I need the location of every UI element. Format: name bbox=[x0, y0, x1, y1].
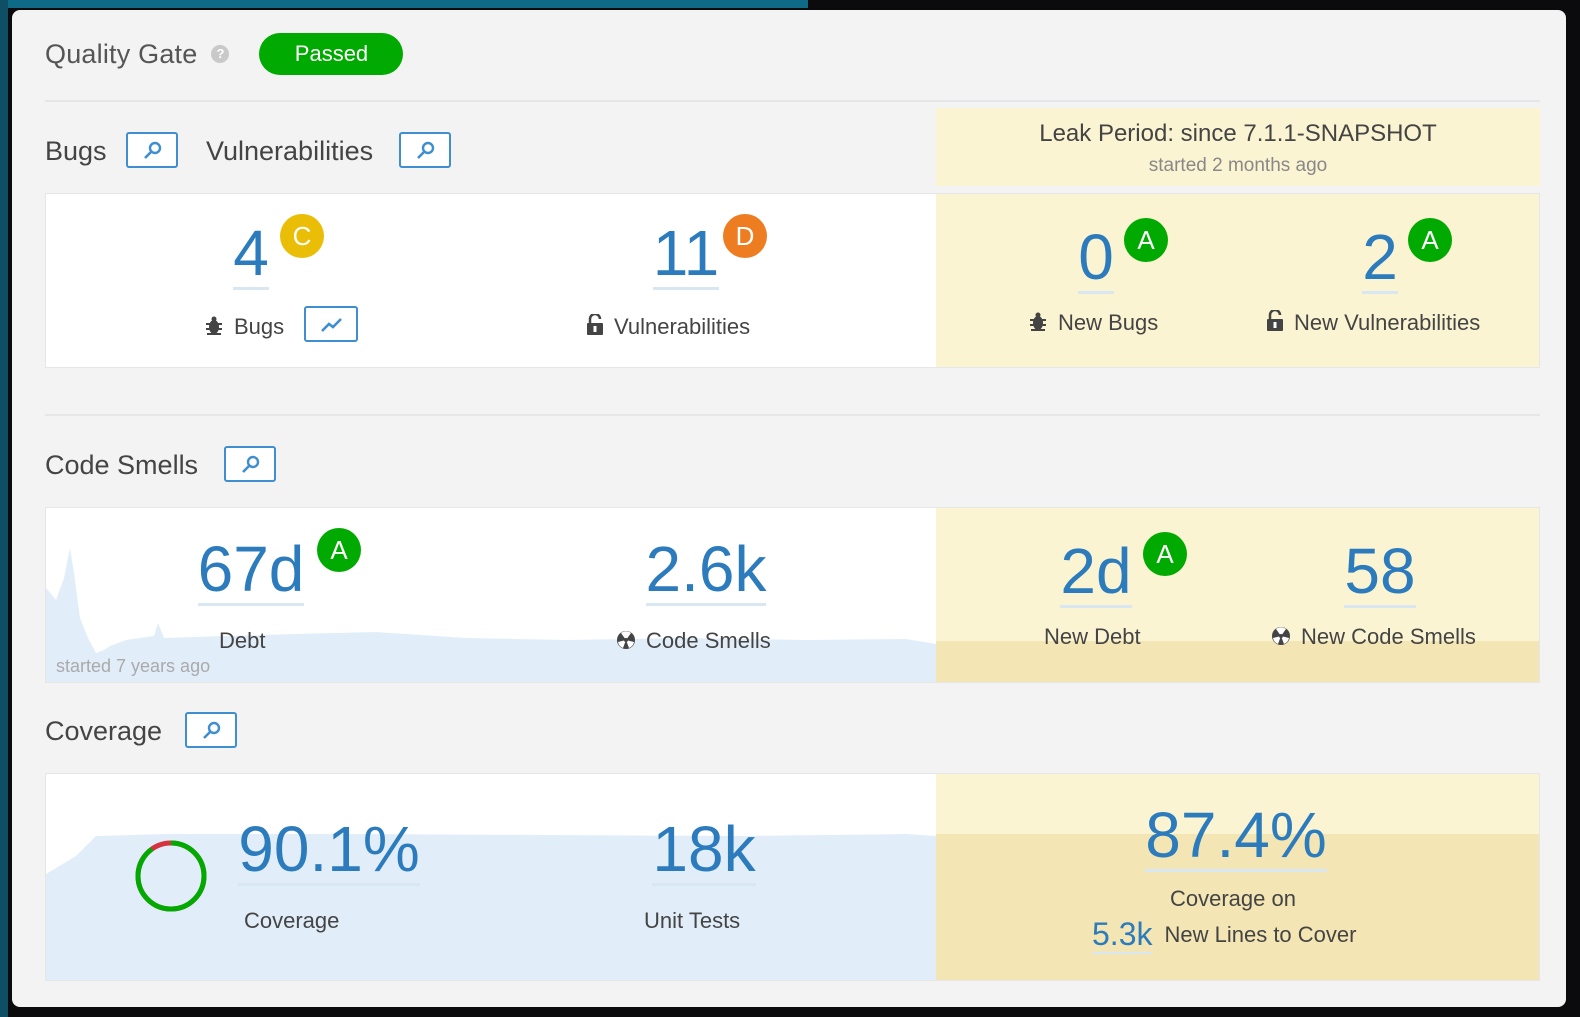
lock-icon bbox=[587, 314, 603, 335]
new-coverage-label: Coverage on bbox=[1170, 886, 1296, 911]
link-icon bbox=[203, 721, 221, 739]
bug-icon bbox=[1030, 312, 1046, 331]
code-smells-measure: 2.6k bbox=[636, 535, 776, 607]
quality-gate-status-badge: Passed bbox=[259, 33, 404, 75]
new-debt-label: New Debt bbox=[1044, 624, 1141, 649]
new-bugs-measure: 0 bbox=[1066, 223, 1126, 295]
new-vulnerabilities-label-text: New Vulnerabilities bbox=[1294, 310, 1481, 335]
new-debt-measure: 2d bbox=[1056, 537, 1136, 609]
bugs-label-text: Bugs bbox=[234, 314, 285, 339]
debt-measure: 67d bbox=[186, 535, 316, 607]
divider bbox=[45, 414, 1540, 416]
chart-icon bbox=[321, 318, 342, 332]
debt-rating-badge: A bbox=[317, 528, 361, 572]
project-overview-panel: Quality Gate ? Passed Bugs Vulnerabiliti… bbox=[12, 10, 1566, 1007]
code-smells-label-text: Code Smells bbox=[646, 628, 771, 653]
bugs-section-title[interactable]: Bugs bbox=[45, 136, 107, 167]
quality-gate-title: Quality Gate bbox=[45, 38, 198, 69]
bugs-link-button[interactable] bbox=[126, 132, 178, 168]
new-code-smells-label-text: New Code Smells bbox=[1301, 624, 1476, 649]
vulnerabilities-link-button[interactable] bbox=[399, 132, 451, 168]
vulnerabilities-label: Vulnerabilities bbox=[586, 314, 750, 340]
bugs-rating-badge: C bbox=[280, 214, 324, 258]
coverage-measure: 90.1% bbox=[234, 815, 424, 887]
window-top-strip bbox=[0, 0, 808, 8]
leak-period-title: Leak Period: since 7.1.1-SNAPSHOT bbox=[1039, 120, 1437, 147]
leak-period-header: Leak Period: since 7.1.1-SNAPSHOT starte… bbox=[936, 108, 1540, 186]
debt-history-started: started 7 years ago bbox=[56, 656, 211, 676]
new-lines-value[interactable]: 5.3k bbox=[1092, 916, 1153, 954]
code-smells-label: Code Smells bbox=[616, 628, 771, 654]
bugs-vulnerabilities-card: 4 C Bugs 11 D Vulnerabilities 0 A New Bu… bbox=[45, 193, 1540, 368]
new-bugs-rating-badge: A bbox=[1124, 218, 1168, 262]
vulnerabilities-rating-badge: D bbox=[723, 214, 767, 258]
vulnerabilities-section-title[interactable]: Vulnerabilities bbox=[206, 136, 373, 167]
code-smell-icon bbox=[1272, 627, 1290, 645]
bugs-history-button[interactable] bbox=[304, 306, 358, 342]
vulnerabilities-value[interactable]: 11 bbox=[652, 219, 720, 291]
coverage-donut-chart bbox=[135, 840, 207, 912]
coverage-label: Coverage bbox=[244, 908, 340, 933]
coverage-link-button[interactable] bbox=[185, 712, 237, 748]
new-bugs-label: New Bugs bbox=[1028, 310, 1158, 336]
new-code-smells-value[interactable]: 58 bbox=[1344, 537, 1416, 609]
new-code-smells-measure: 58 bbox=[1340, 537, 1420, 609]
code-smells-section-title[interactable]: Code Smells bbox=[45, 450, 198, 481]
divider bbox=[45, 100, 1540, 102]
unit-tests-label: Unit Tests bbox=[644, 908, 741, 933]
leak-period-started: started 2 months ago bbox=[1148, 155, 1328, 176]
new-vulnerabilities-value[interactable]: 2 bbox=[1362, 223, 1398, 295]
new-debt-value[interactable]: 2d bbox=[1060, 537, 1132, 609]
bugs-label: Bugs bbox=[204, 314, 284, 340]
new-coverage-measure: 87.4% bbox=[1126, 801, 1346, 873]
coverage-card: 90.1% Coverage 18k Unit Tests 87.4% Cove… bbox=[45, 773, 1540, 981]
leak-period-area bbox=[936, 194, 1539, 367]
window-left-strip bbox=[0, 0, 8, 1017]
new-debt-rating-badge: A bbox=[1143, 532, 1187, 576]
code-smells-link-button[interactable] bbox=[224, 446, 276, 482]
coverage-section-title[interactable]: Coverage bbox=[45, 716, 162, 747]
link-icon bbox=[242, 455, 260, 473]
bugs-value[interactable]: 4 bbox=[233, 219, 269, 291]
debt-value[interactable]: 67d bbox=[197, 535, 305, 607]
new-vulnerabilities-rating-badge: A bbox=[1408, 218, 1452, 262]
coverage-value[interactable]: 90.1% bbox=[238, 815, 420, 887]
new-lines-to-cover: 5.3k New Lines to Cover bbox=[1092, 916, 1357, 954]
new-bugs-value[interactable]: 0 bbox=[1078, 223, 1114, 295]
code-smell-icon bbox=[617, 631, 635, 649]
unit-tests-measure: 18k bbox=[644, 815, 764, 887]
bug-icon bbox=[206, 316, 222, 335]
link-icon bbox=[144, 141, 162, 159]
lock-icon bbox=[1267, 310, 1283, 331]
new-coverage-value[interactable]: 87.4% bbox=[1145, 801, 1327, 873]
new-vulnerabilities-measure: 2 bbox=[1350, 223, 1410, 295]
quality-gate-row: Quality Gate ? Passed bbox=[45, 32, 404, 76]
code-smells-card: 67d A Debt started 7 years ago 2.6k Code… bbox=[45, 507, 1540, 683]
code-smells-value[interactable]: 2.6k bbox=[645, 535, 767, 607]
new-vulnerabilities-label: New Vulnerabilities bbox=[1266, 310, 1480, 336]
new-bugs-label-text: New Bugs bbox=[1058, 310, 1159, 335]
new-lines-label: New Lines to Cover bbox=[1164, 922, 1357, 947]
link-icon bbox=[417, 141, 435, 159]
help-icon[interactable]: ? bbox=[211, 45, 230, 63]
debt-label: Debt bbox=[219, 628, 266, 653]
unit-tests-value[interactable]: 18k bbox=[652, 815, 756, 887]
new-code-smells-label: New Code Smells bbox=[1271, 624, 1476, 650]
vulnerabilities-label-text: Vulnerabilities bbox=[614, 314, 751, 339]
